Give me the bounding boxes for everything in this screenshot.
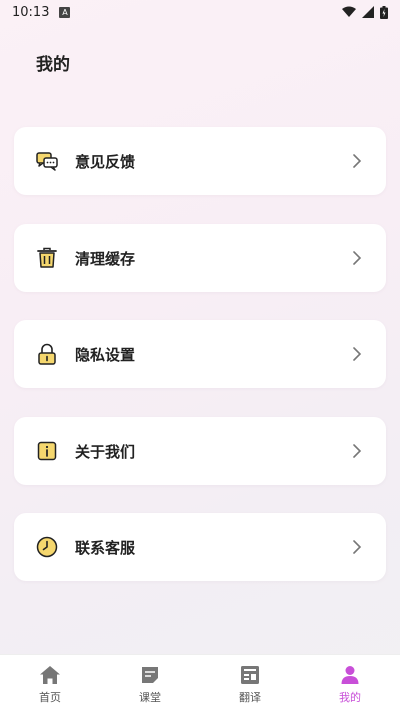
battery-icon bbox=[380, 5, 388, 19]
chevron-right-icon bbox=[353, 540, 362, 554]
status-bar: 10:13 A bbox=[0, 0, 400, 24]
menu-item-label: 清理缓存 bbox=[75, 249, 136, 268]
note-icon bbox=[139, 664, 161, 686]
lock-icon bbox=[36, 343, 58, 365]
tab-classroom[interactable]: 课堂 bbox=[100, 655, 200, 712]
clock-icon bbox=[36, 536, 58, 558]
wifi-icon bbox=[342, 6, 356, 17]
menu-item-label: 隐私设置 bbox=[75, 345, 136, 364]
menu-item-label: 意见反馈 bbox=[75, 152, 136, 171]
tab-label: 首页 bbox=[39, 691, 61, 704]
status-time: 10:13 bbox=[12, 4, 50, 20]
signal-icon bbox=[362, 6, 374, 18]
tab-label: 我的 bbox=[339, 691, 361, 704]
menu-item-customer-service[interactable]: 联系客服 bbox=[14, 513, 386, 581]
bottom-tab-bar: 首页 课堂 翻译 我的 bbox=[0, 654, 400, 712]
chevron-right-icon bbox=[353, 251, 362, 265]
chevron-right-icon bbox=[353, 154, 362, 168]
tab-label: 课堂 bbox=[139, 691, 161, 704]
profile-icon bbox=[339, 664, 361, 686]
chevron-right-icon bbox=[353, 444, 362, 458]
tab-translate[interactable]: 翻译 bbox=[200, 655, 300, 712]
menu-item-label: 联系客服 bbox=[75, 538, 136, 557]
menu-item-clear-cache[interactable]: 清理缓存 bbox=[14, 224, 386, 292]
trash-icon bbox=[36, 247, 58, 269]
home-icon bbox=[39, 664, 61, 686]
info-icon bbox=[36, 440, 58, 462]
tab-home[interactable]: 首页 bbox=[0, 655, 100, 712]
page-title: 我的 bbox=[36, 55, 70, 75]
translate-icon bbox=[239, 664, 261, 686]
tab-label: 翻译 bbox=[239, 691, 261, 704]
chat-bubbles-icon bbox=[36, 150, 58, 172]
menu-item-label: 关于我们 bbox=[75, 442, 136, 461]
menu-item-privacy[interactable]: 隐私设置 bbox=[14, 320, 386, 388]
chevron-right-icon bbox=[353, 347, 362, 361]
menu-item-about[interactable]: 关于我们 bbox=[14, 417, 386, 485]
tab-profile[interactable]: 我的 bbox=[300, 655, 400, 712]
notification-icon: A bbox=[59, 6, 71, 18]
menu-item-feedback[interactable]: 意见反馈 bbox=[14, 127, 386, 195]
